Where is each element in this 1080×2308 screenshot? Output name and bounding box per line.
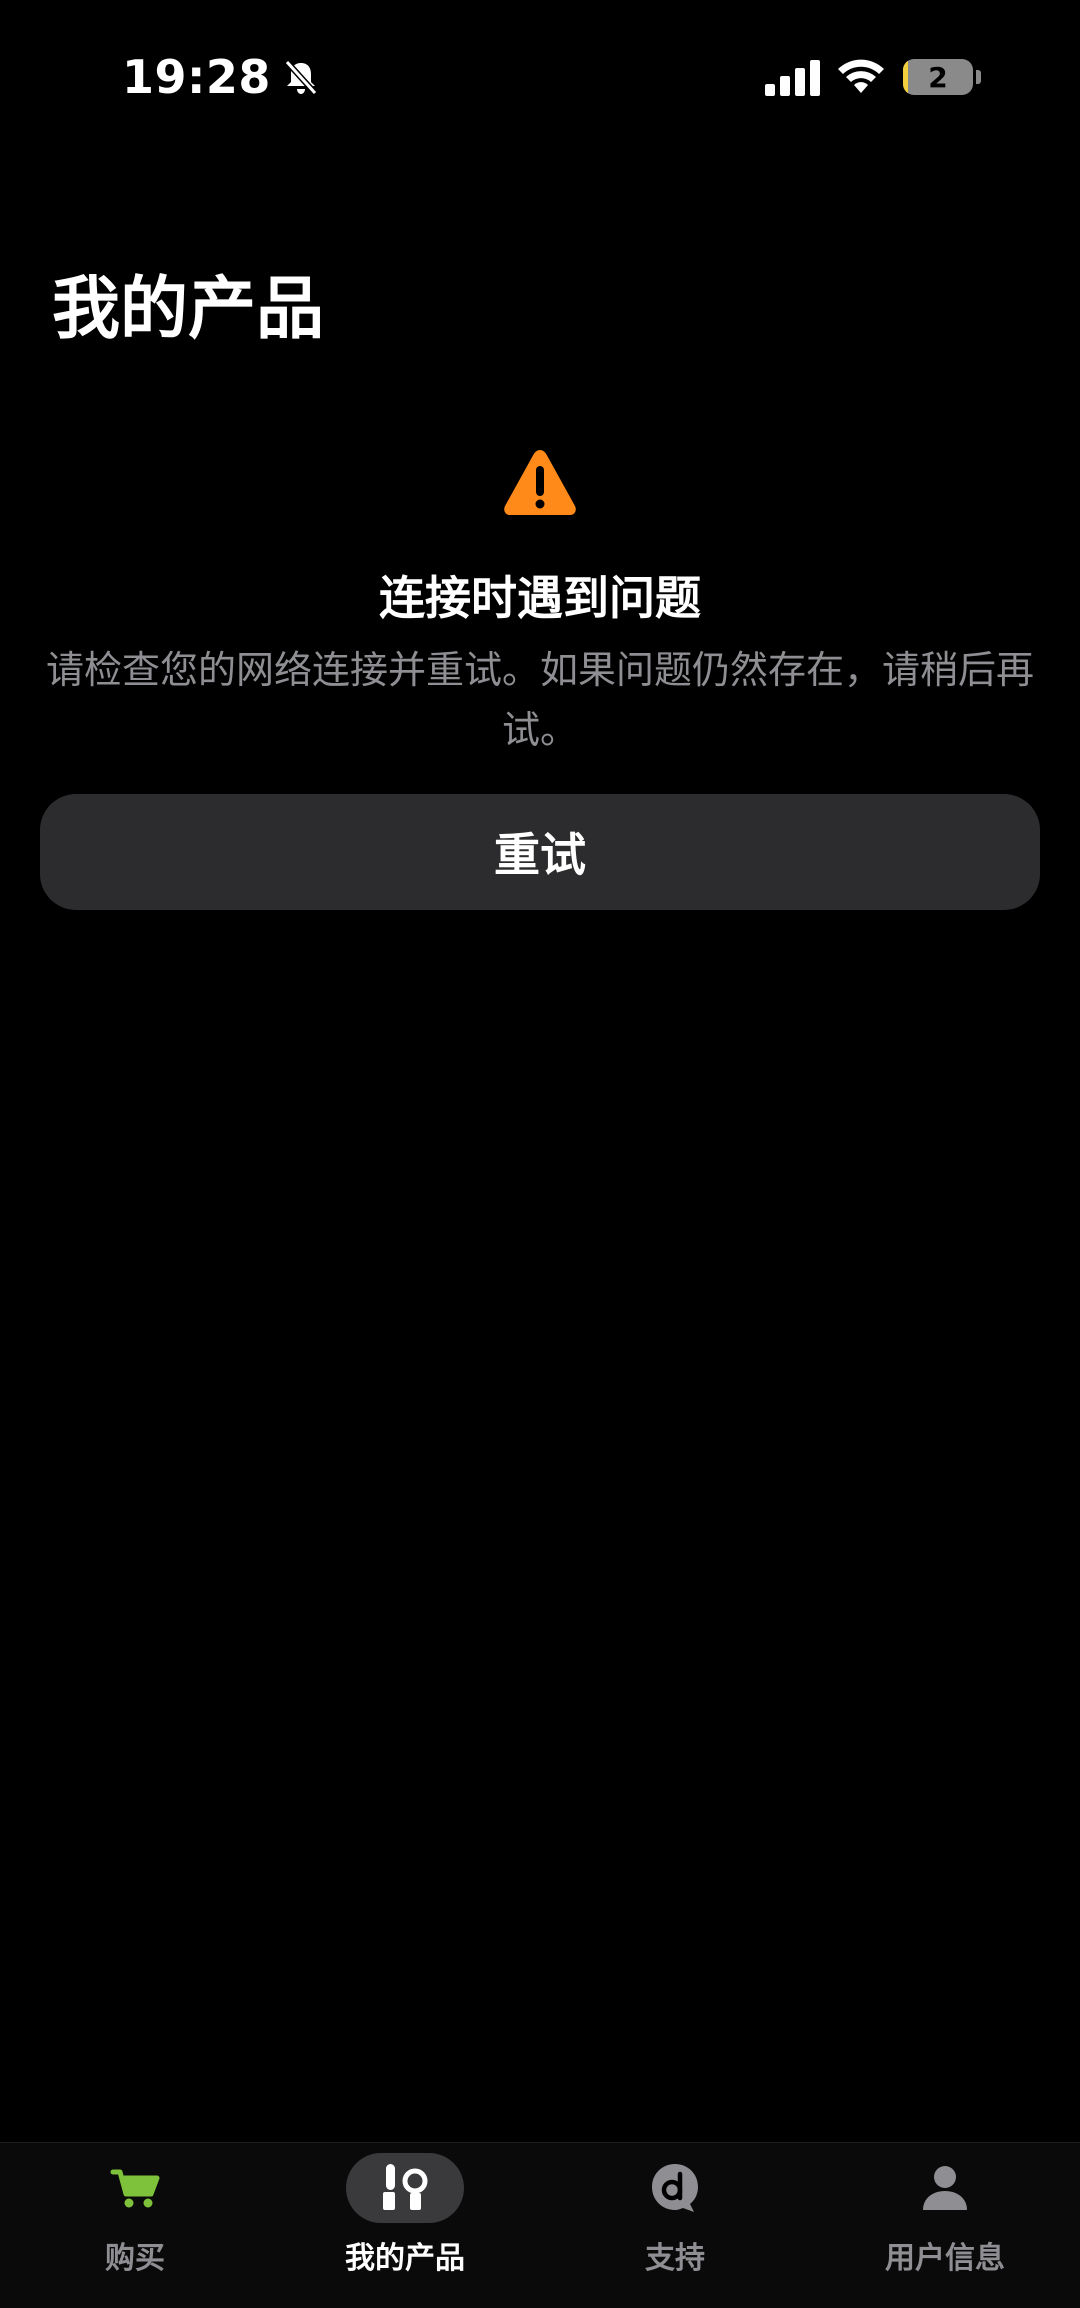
tab-icon-wrap xyxy=(346,2153,464,2223)
tab-icon-wrap xyxy=(886,2153,1004,2223)
cart-icon xyxy=(110,2169,160,2208)
retry-button[interactable]: 重试 xyxy=(40,794,1040,910)
tab-label: 我的产品 xyxy=(345,2241,465,2276)
bell-slash-icon xyxy=(284,59,318,96)
tab-support[interactable]: 支持 xyxy=(540,2143,810,2308)
battery-fill xyxy=(903,59,908,95)
products-icon xyxy=(383,2164,428,2210)
person-icon xyxy=(923,2166,967,2210)
status-time: 19:28 xyxy=(122,50,321,104)
tab-buy[interactable]: 购买 xyxy=(0,2143,270,2308)
error-title: 连接时遇到问题 xyxy=(379,571,701,625)
tab-my-products[interactable]: 我的产品 xyxy=(270,2143,540,2308)
tab-icon-wrap xyxy=(76,2153,194,2223)
status-time-text: 19:28 xyxy=(122,50,271,104)
wifi-icon xyxy=(838,59,884,93)
error-message: 请检查您的网络连接并重试。如果问题仍然存在，请稍后再试。 xyxy=(45,648,1034,752)
tab-user-info[interactable]: 用户信息 xyxy=(810,2143,1080,2308)
support-icon xyxy=(652,2164,698,2212)
warning-triangle-icon xyxy=(504,450,576,515)
status-bar: 19:28 2 xyxy=(0,0,1080,150)
page-title: 我的产品 xyxy=(52,270,325,349)
cellular-signal-icon xyxy=(765,60,820,96)
battery-level: 2 xyxy=(928,60,948,94)
battery-cap xyxy=(976,70,981,84)
tab-label: 购买 xyxy=(105,2241,165,2276)
tab-label: 用户信息 xyxy=(885,2241,1005,2276)
battery-icon: 2 xyxy=(903,59,973,95)
retry-button-label: 重试 xyxy=(494,828,586,882)
tab-icon-wrap xyxy=(616,2153,734,2223)
tab-label: 支持 xyxy=(645,2241,705,2276)
tab-bar: 购买 我的产品 支持 用户信息 xyxy=(0,2142,1080,2308)
